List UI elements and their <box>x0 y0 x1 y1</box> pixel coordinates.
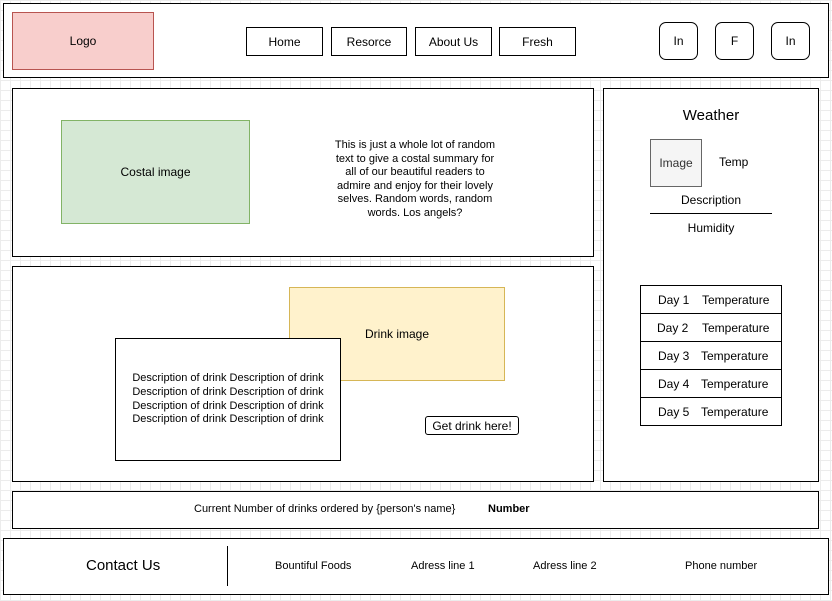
footer-contact-heading: Contact Us <box>86 557 161 574</box>
social-button-f[interactable]: F <box>715 22 754 60</box>
footer-phone: Phone number <box>685 560 758 572</box>
orders-count: Number <box>488 503 530 515</box>
get-drink-label: Get drink here! <box>432 418 512 433</box>
footer-address-line-2: Adress line 2 <box>533 560 597 572</box>
weather-humidity: Humidity <box>687 221 735 235</box>
weather-description: Description <box>680 193 742 207</box>
forecast-temp: Temperature <box>701 405 769 419</box>
forecast-temp: Temperature <box>702 292 770 307</box>
social-label-in-2: In <box>785 34 796 48</box>
forecast-temp: Temperature <box>701 376 769 391</box>
orders-label: Current Number of drinks ordered by {per… <box>194 503 456 515</box>
social-button-in-2[interactable]: In <box>771 22 810 60</box>
forecast-row: Day 1 Temperature <box>641 286 781 314</box>
nav-resource-label: Resorce <box>346 34 392 49</box>
forecast-temp: Temperature <box>702 320 770 335</box>
coastal-image: Costal image <box>61 120 250 224</box>
footer-company: Bountiful Foods <box>275 560 352 572</box>
weather-divider <box>650 213 772 214</box>
coastal-image-label: Costal image <box>120 165 191 179</box>
footer-divider <box>227 546 228 586</box>
forecast-day: Day 2 <box>657 320 689 335</box>
forecast-row: Day 4 Temperature <box>641 370 781 398</box>
nav-about-button[interactable]: About Us <box>415 27 492 56</box>
social-button-in-1[interactable]: In <box>659 22 698 60</box>
get-drink-button[interactable]: Get drink here! <box>425 416 519 435</box>
nav-home-label: Home <box>268 34 301 49</box>
weather-image: Image <box>650 139 702 187</box>
nav-resource-button[interactable]: Resorce <box>331 27 407 56</box>
nav-home-button[interactable]: Home <box>246 27 323 56</box>
weather-title: Weather <box>682 107 740 124</box>
nav-about-label: About Us <box>428 34 479 49</box>
coastal-summary: This is just a whole lot of random text … <box>334 139 496 219</box>
logo-label: Logo <box>69 34 97 48</box>
forecast-row: Day 2 Temperature <box>641 314 781 342</box>
forecast-day: Day 1 <box>658 292 690 307</box>
forecast-temp: Temperature <box>701 348 769 363</box>
weather-temp: Temp <box>719 155 749 169</box>
forecast-row: Day 5 Temperature <box>641 398 781 426</box>
forecast-day: Day 3 <box>658 348 690 363</box>
forecast-day: Day 4 <box>658 376 690 391</box>
drink-description: Description of drink Description of drin… <box>132 372 324 426</box>
nav-fresh-label: Fresh <box>522 34 553 49</box>
nav-fresh-button[interactable]: Fresh <box>499 27 576 56</box>
forecast-table: Day 1 Temperature Day 2 Temperature Day … <box>640 285 782 426</box>
social-label-in-1: In <box>673 34 684 48</box>
weather-image-label: Image <box>659 156 693 170</box>
logo[interactable]: Logo <box>12 12 154 70</box>
forecast-row: Day 3 Temperature <box>641 342 781 370</box>
footer-address-line-1: Adress line 1 <box>411 560 475 572</box>
drink-description-box: Description of drink Description of drin… <box>115 338 341 461</box>
social-label-f: F <box>730 34 739 48</box>
forecast-day: Day 5 <box>658 405 690 419</box>
drink-image-label: Drink image <box>364 327 430 341</box>
